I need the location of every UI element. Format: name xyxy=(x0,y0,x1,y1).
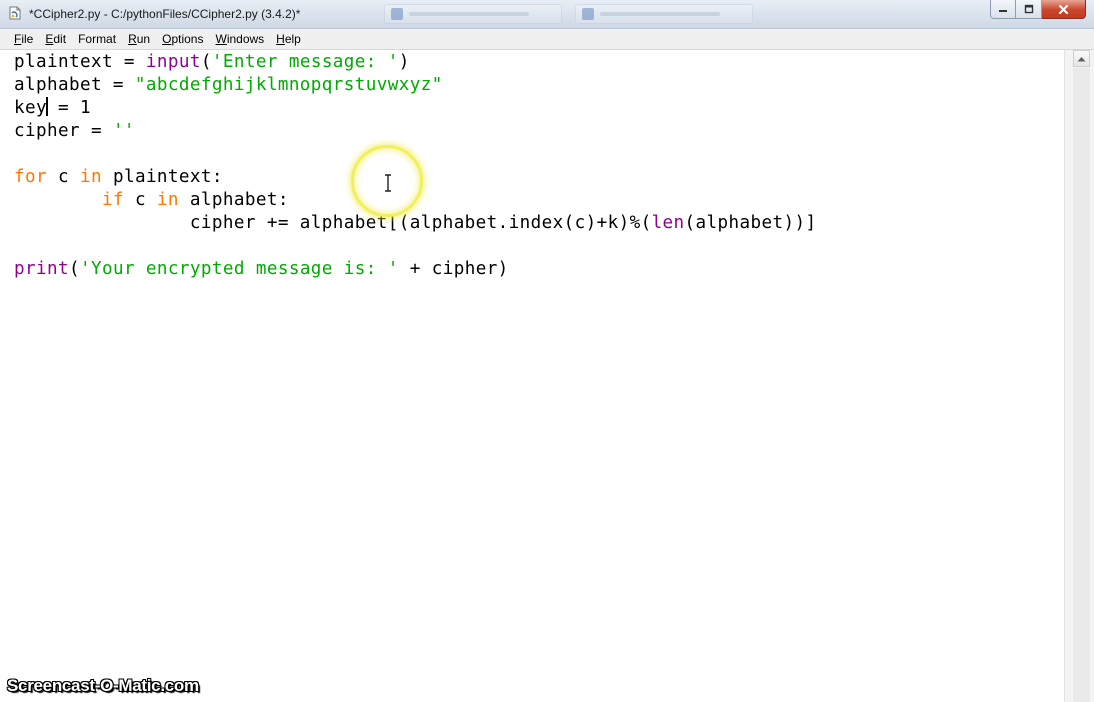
code-token-plain: c xyxy=(46,167,80,187)
screencast-watermark: Screencast-O-Matic.com xyxy=(7,676,199,695)
code-token-plain: plaintext = xyxy=(14,52,146,72)
background-taskbar-tab xyxy=(575,4,753,24)
code-line[interactable]: plaintext = input('Enter message: ') xyxy=(14,51,816,74)
code-line[interactable]: alphabet = "abcdefghijklmnopqrstuvwxyz" xyxy=(14,74,816,97)
code-token-plain: ( xyxy=(200,52,212,72)
code-token-keyword: if xyxy=(101,190,124,210)
scroll-up-arrow-icon xyxy=(1077,56,1086,61)
menu-bar: File Edit Format Run Options Windows Hel… xyxy=(0,29,1094,50)
idle-editor-window: *CCipher2.py - C:/pythonFiles/CCipher2.p… xyxy=(0,0,1094,702)
code-token-plain: alphabet: xyxy=(178,190,289,210)
scroll-up-button[interactable] xyxy=(1073,50,1090,67)
code-token-plain: cipher = xyxy=(14,121,113,141)
background-taskbar-tab xyxy=(384,4,562,24)
ibeam-cursor-icon xyxy=(385,174,391,192)
menu-windows[interactable]: Windows xyxy=(209,30,270,48)
code-token-builtin: input xyxy=(145,52,201,72)
code-token-plain: c xyxy=(123,190,157,210)
maximize-icon xyxy=(1024,4,1033,14)
vertical-scrollbar[interactable] xyxy=(1064,50,1094,702)
code-line[interactable]: print('Your encrypted message is: ' + ci… xyxy=(14,258,816,281)
python-idle-icon xyxy=(9,6,21,20)
menu-format[interactable]: Format xyxy=(72,30,122,48)
window-controls xyxy=(990,0,1086,20)
code-token-plain: plaintext: xyxy=(101,167,223,187)
menu-run[interactable]: Run xyxy=(122,30,156,48)
scrollbar-track[interactable] xyxy=(1073,68,1090,702)
menu-options[interactable]: Options xyxy=(156,30,209,48)
title-bar[interactable]: *CCipher2.py - C:/pythonFiles/CCipher2.p… xyxy=(0,0,1094,29)
code-token-string: 'Your encrypted message is: ' xyxy=(79,259,399,279)
code-token-keyword: for xyxy=(14,167,47,187)
code-line[interactable]: cipher = '' xyxy=(14,120,816,143)
code-line[interactable]: key = 1 xyxy=(14,97,816,120)
menu-edit[interactable]: Edit xyxy=(39,30,72,48)
menu-help[interactable]: Help xyxy=(270,30,307,48)
code-token-keyword: in xyxy=(156,190,179,210)
code-token-plain: cipher += alphabet[(alphabet.index(c)+k)… xyxy=(14,213,652,233)
maximize-button[interactable] xyxy=(1016,0,1042,19)
code-line[interactable]: ​ xyxy=(14,235,816,258)
code-token-plain: ) xyxy=(398,52,410,72)
code-token-plain: + cipher) xyxy=(398,259,509,279)
code-line[interactable]: cipher += alphabet[(alphabet.index(c)+k)… xyxy=(14,212,816,235)
minimize-button[interactable] xyxy=(990,0,1016,19)
code-token-plain: = 1 xyxy=(46,98,91,118)
code-token-plain: alphabet = xyxy=(14,75,135,95)
code-token-string: '' xyxy=(112,121,135,141)
code-token-string: 'Enter message: ' xyxy=(211,52,399,72)
code-token-builtin: len xyxy=(651,213,685,233)
window-title: *CCipher2.py - C:/pythonFiles/CCipher2.p… xyxy=(29,7,301,21)
menu-file[interactable]: File xyxy=(8,30,39,48)
code-token-plain: ( xyxy=(68,259,80,279)
code-token-keyword: in xyxy=(79,167,102,187)
code-token-plain: key xyxy=(14,98,47,118)
close-button[interactable] xyxy=(1042,0,1086,19)
code-token-string: "abcdefghijklmnopqrstuvwxyz" xyxy=(134,75,443,95)
close-icon xyxy=(1058,4,1069,14)
code-editor[interactable]: plaintext = input('Enter message: ') alph… xyxy=(0,50,1064,702)
code-token-builtin: print xyxy=(14,259,69,279)
code-token-plain: (alphabet))] xyxy=(684,213,817,233)
minimize-icon xyxy=(999,10,1007,12)
